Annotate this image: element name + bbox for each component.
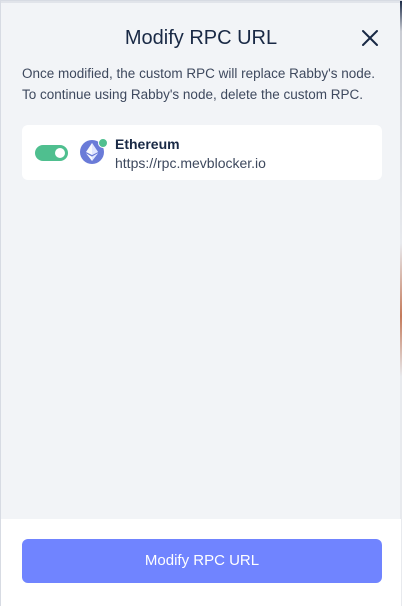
modal-description: Once modified, the custom RPC will repla… bbox=[22, 63, 387, 105]
modify-rpc-url-button[interactable]: Modify RPC URL bbox=[22, 539, 382, 583]
rpc-enable-toggle[interactable] bbox=[35, 145, 68, 161]
close-icon[interactable] bbox=[359, 27, 381, 49]
modal-title: Modify RPC URL bbox=[124, 27, 278, 49]
description-line-1: Once modified, the custom RPC will repla… bbox=[22, 66, 375, 81]
modal-footer: Modify RPC URL bbox=[1, 519, 401, 606]
rpc-url: https://rpc.mevblocker.io bbox=[115, 155, 266, 171]
description-line-2: To continue using Rabby's node, delete t… bbox=[22, 87, 364, 102]
modify-rpc-modal: Modify RPC URL Once modified, the custom… bbox=[0, 0, 402, 606]
modal-top-border bbox=[1, 1, 402, 3]
ethereum-diamond-icon bbox=[86, 143, 98, 161]
rpc-list-item[interactable]: Ethereum https://rpc.mevblocker.io bbox=[22, 125, 382, 180]
ethereum-logo-icon bbox=[80, 138, 108, 164]
toggle-knob bbox=[55, 148, 65, 158]
modal-header: Modify RPC URL bbox=[1, 23, 401, 53]
connected-status-dot bbox=[98, 138, 108, 148]
chain-name: Ethereum bbox=[115, 136, 180, 152]
